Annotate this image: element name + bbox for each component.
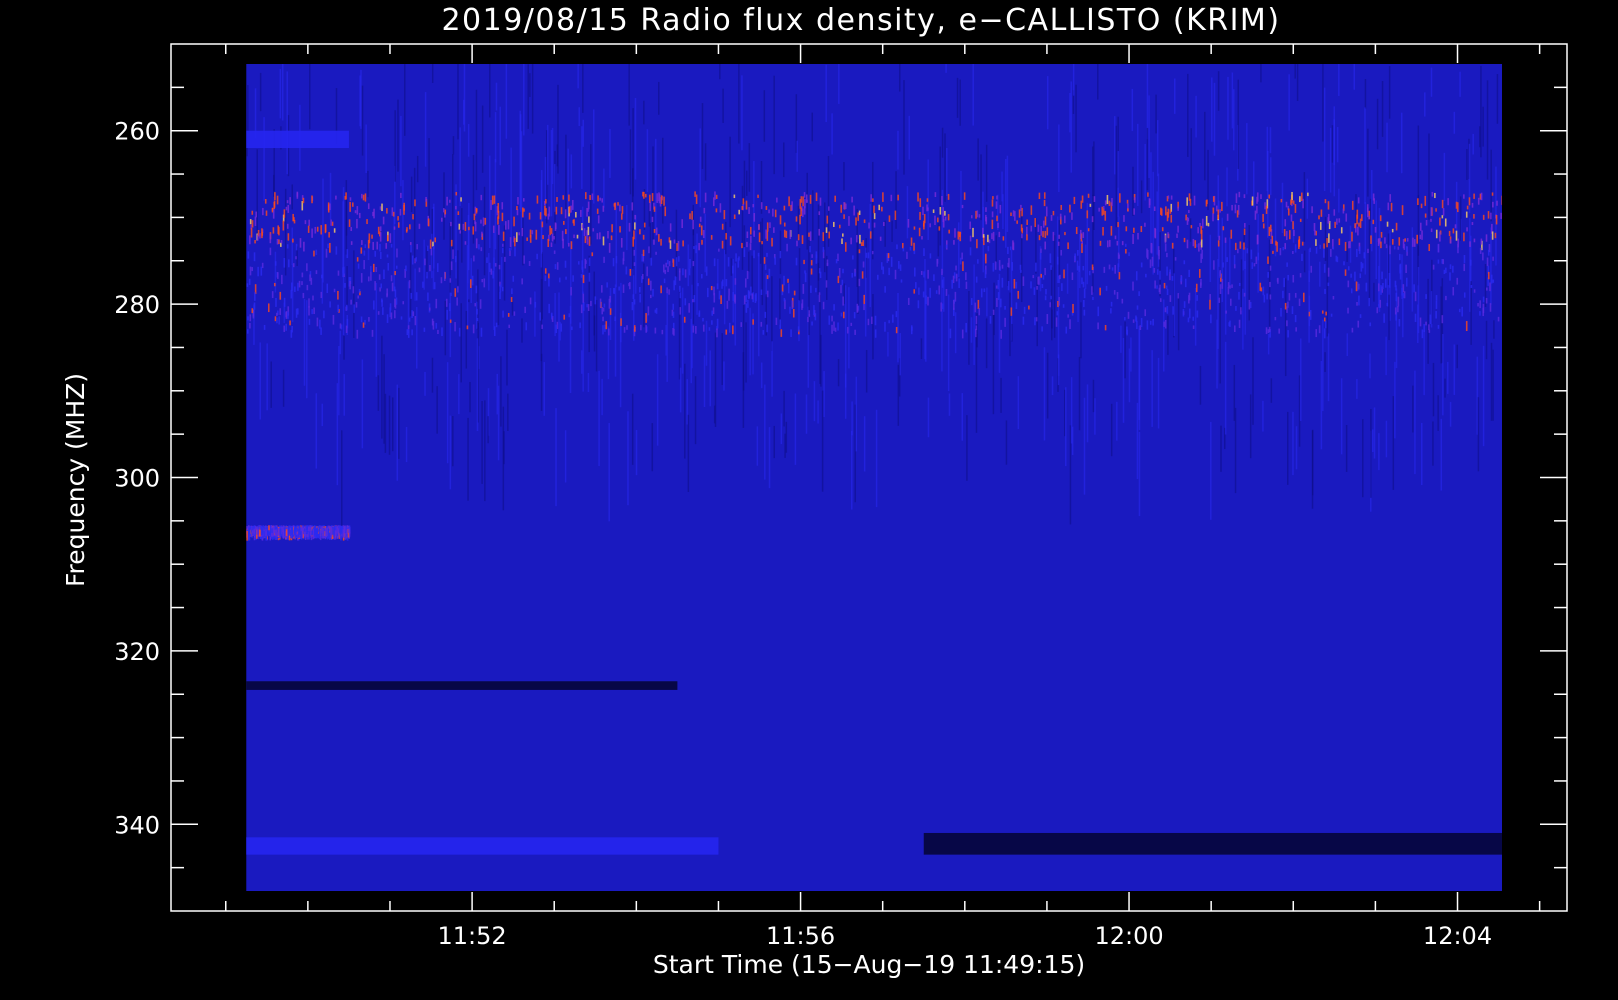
spectrogram-chart: 2019/08/15 Radio flux density, e−CALLIST… <box>0 0 1618 1000</box>
x-tick-label: 11:56 <box>766 922 835 950</box>
heatmap-feature-3 <box>246 525 351 541</box>
y-axis-label: Frequency (MHZ) <box>61 373 90 587</box>
heatmap-feature-2 <box>246 130 349 149</box>
y-tick-label: 280 <box>114 291 160 319</box>
heatmap-field <box>246 64 1502 891</box>
y-tick-label: 320 <box>114 638 160 666</box>
heatmap-feature-5 <box>246 837 719 855</box>
x-tick-label: 11:52 <box>438 922 507 950</box>
spectrogram-heatmap <box>246 64 1502 891</box>
y-tick-label: 300 <box>114 465 160 493</box>
x-tick-label: 12:00 <box>1094 922 1163 950</box>
y-tick-label: 260 <box>114 118 160 146</box>
heatmap-feature-6 <box>923 832 1502 855</box>
chart-title: 2019/08/15 Radio flux density, e−CALLIST… <box>441 3 1280 38</box>
heatmap-feature-4 <box>246 681 678 690</box>
y-tick-label: 340 <box>114 811 160 839</box>
x-axis-label: Start Time (15−Aug−19 11:49:15) <box>653 950 1085 979</box>
x-tick-label: 12:04 <box>1423 922 1492 950</box>
